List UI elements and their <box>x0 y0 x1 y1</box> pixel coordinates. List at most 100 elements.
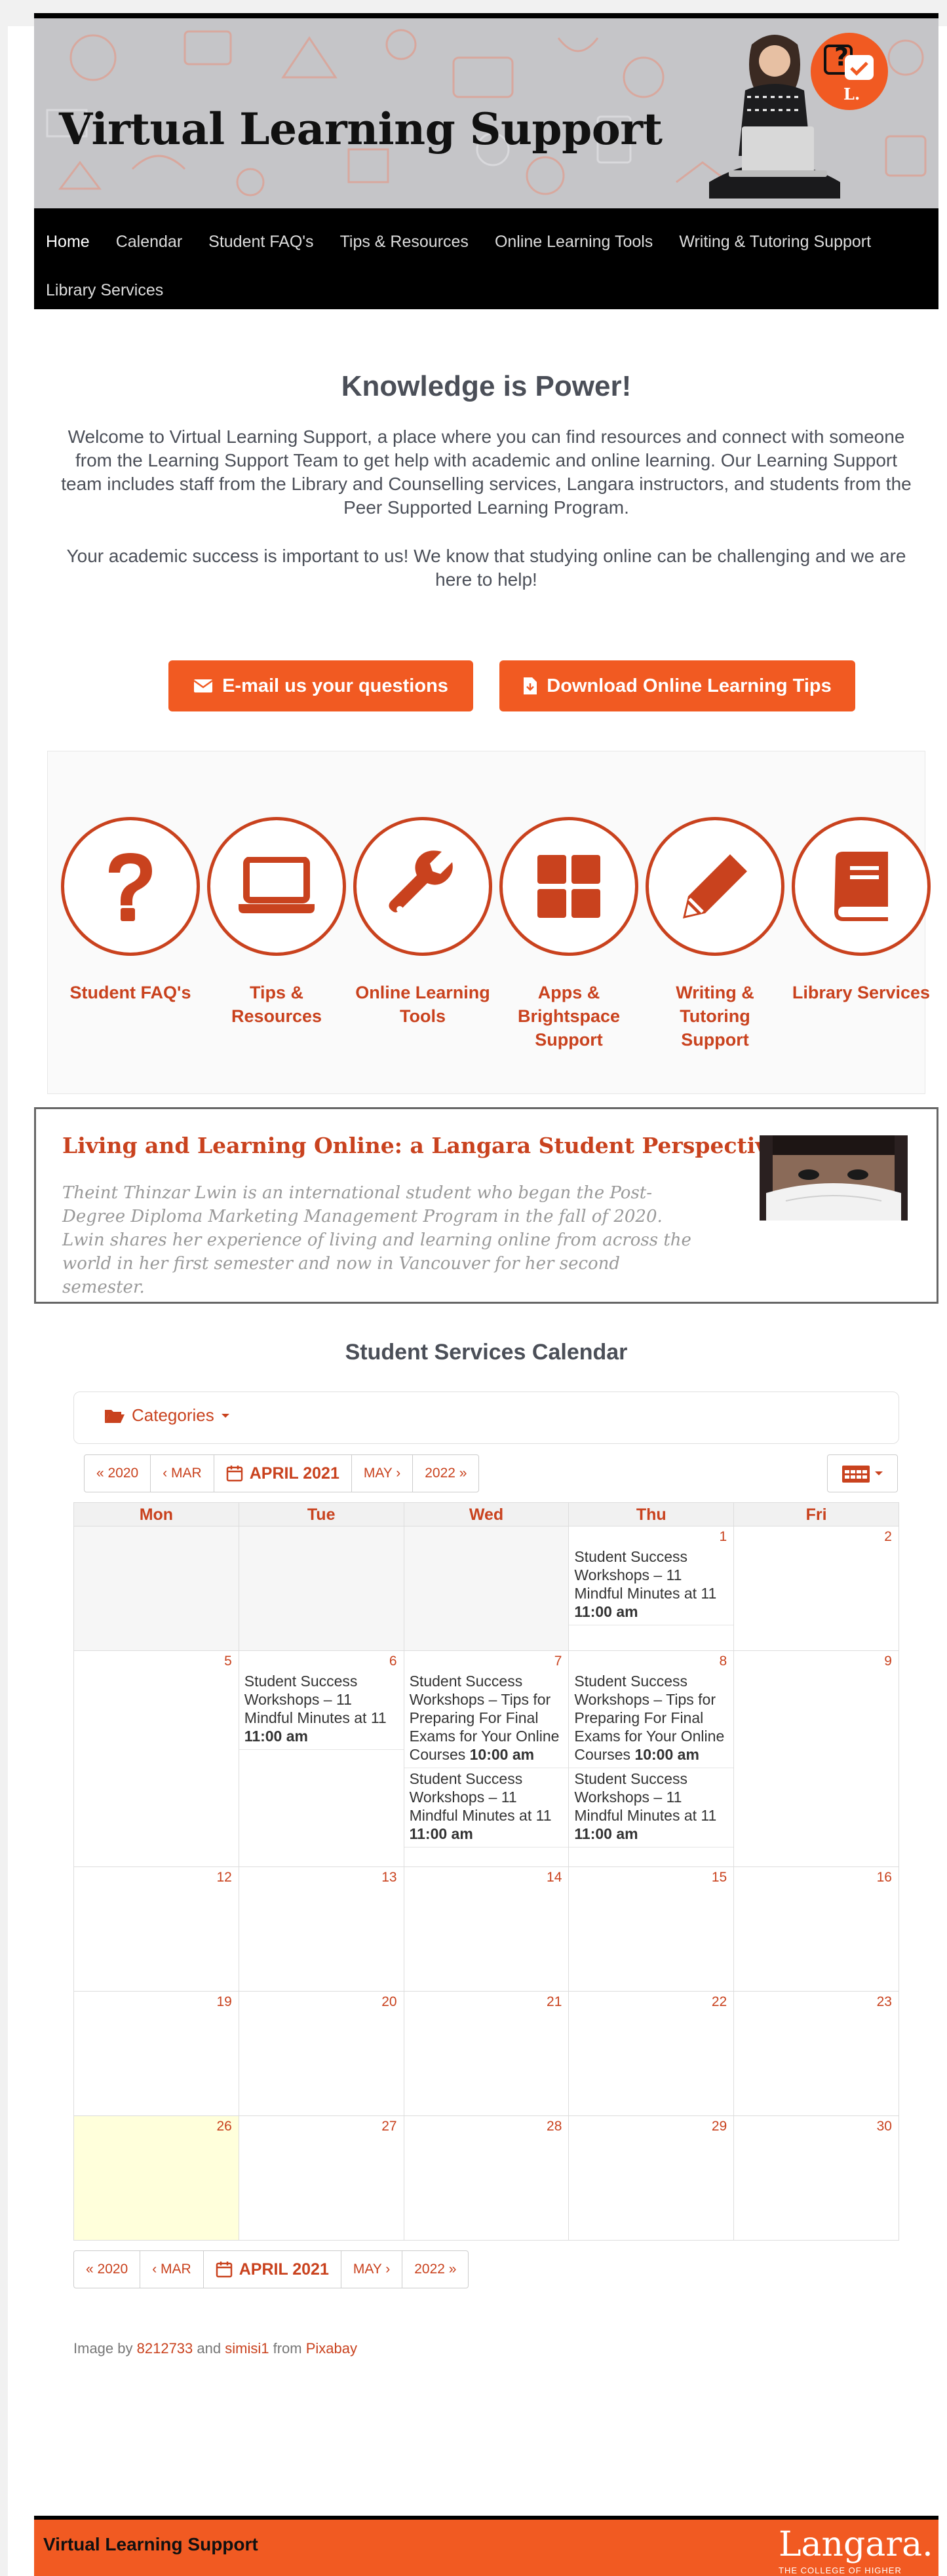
student-photo[interactable] <box>760 1135 908 1221</box>
email-questions-button[interactable]: E-mail us your questions <box>168 660 473 711</box>
calendar-day[interactable]: 9 <box>734 1651 899 1867</box>
day-number[interactable]: 30 <box>877 2119 892 2134</box>
day-number[interactable]: 13 <box>381 1870 396 1885</box>
calendar-event[interactable]: Student Success Workshops – 11 Mindful M… <box>569 1546 734 1625</box>
day-number[interactable]: 16 <box>877 1870 892 1885</box>
event-time: 11:00 am <box>409 1825 473 1842</box>
calendar-day[interactable]: 30 <box>734 2116 899 2241</box>
service-circle <box>207 817 346 956</box>
nav-home[interactable]: Home <box>46 218 104 266</box>
current-month-button[interactable]: APRIL 2021 <box>204 2251 341 2288</box>
nav-online-learning-tools[interactable]: Online Learning Tools <box>495 218 667 266</box>
calendar-icon <box>216 2262 232 2278</box>
day-number[interactable]: 6 <box>389 1654 397 1669</box>
service-apps-brightspace[interactable]: Apps & Brightspace Support <box>499 817 638 1051</box>
calendar-day[interactable]: 28 <box>404 2116 570 2241</box>
current-month-button[interactable]: APRIL 2021 <box>214 1455 352 1492</box>
day-number[interactable]: 21 <box>547 1994 562 2010</box>
calendar-event[interactable]: Student Success Workshops – 11 Mindful M… <box>569 1768 734 1847</box>
credit-source-link[interactable]: Pixabay <box>306 2340 357 2357</box>
prev-year-button[interactable]: « 2020 <box>74 2251 141 2288</box>
prev-month-button[interactable]: ‹ MAR <box>140 2251 204 2288</box>
calendar-day[interactable]: 22 <box>569 1992 735 2116</box>
credit-author-2-link[interactable]: simisi1 <box>225 2340 269 2357</box>
calendar-event[interactable]: Student Success Workshops – Tips for Pre… <box>404 1671 569 1768</box>
month-pager-top: « 2020 ‹ MAR APRIL 2021 MAY › 2022 » <box>84 1454 480 1492</box>
nav-tips-resources[interactable]: Tips & Resources <box>340 218 483 266</box>
calendar-day[interactable]: 21 <box>404 1992 570 2116</box>
calendar-week-row: 1 Student Success Workshops – 11 Mindful … <box>74 1526 899 1651</box>
calendar-day[interactable]: 19 <box>74 1992 239 2116</box>
langara-logo[interactable]: Langara. <box>779 2525 933 2564</box>
calendar-filter-bar: Categories <box>73 1392 899 1444</box>
day-number[interactable]: 26 <box>216 2119 231 2134</box>
nav-library-services[interactable]: Library Services <box>46 266 178 314</box>
credit-author-1-link[interactable]: 8212733 <box>137 2340 193 2357</box>
day-number[interactable]: 29 <box>712 2119 727 2134</box>
calendar-day[interactable]: 26 <box>74 2116 239 2241</box>
calendar-day[interactable]: 23 <box>734 1992 899 2116</box>
day-number[interactable]: 7 <box>554 1654 562 1669</box>
calendar-event[interactable]: Student Success Workshops – 11 Mindful M… <box>404 1768 569 1847</box>
service-label: Writing & Tutoring Support <box>676 983 754 1050</box>
calendar-day[interactable]: 5 <box>74 1651 239 1867</box>
download-tips-button[interactable]: Download Online Learning Tips <box>499 660 855 711</box>
day-number[interactable]: 5 <box>224 1654 232 1669</box>
calendar-day[interactable]: 1 Student Success Workshops – 11 Mindful … <box>569 1526 735 1651</box>
day-number[interactable]: 23 <box>877 1994 892 2010</box>
calendar-icon <box>226 1466 242 1482</box>
calendar-day[interactable]: 6 Student Success Workshops – 11 Mindful … <box>239 1651 404 1867</box>
day-number[interactable]: 12 <box>216 1870 231 1885</box>
next-month-button[interactable]: MAY › <box>341 2251 403 2288</box>
next-year-button[interactable]: 2022 » <box>413 1455 478 1492</box>
calendar-day[interactable]: 20 <box>239 1992 404 2116</box>
day-number[interactable]: 15 <box>712 1870 727 1885</box>
feature-title[interactable]: Living and Learning Online: a Langara St… <box>62 1133 782 1158</box>
footer-title: Virtual Learning Support <box>43 2534 258 2554</box>
calendar-week-row: 5 6 Student Success Workshops – 11 Mindful… <box>74 1651 899 1867</box>
day-number[interactable]: 14 <box>547 1870 562 1885</box>
calendar-day[interactable]: 13 <box>239 1867 404 1992</box>
day-number[interactable]: 22 <box>712 1994 727 2010</box>
day-number[interactable]: 27 <box>381 2119 396 2134</box>
next-month-button[interactable]: MAY › <box>352 1455 414 1492</box>
calendar-view-switcher[interactable] <box>827 1454 898 1492</box>
next-year-button[interactable]: 2022 » <box>402 2251 468 2288</box>
service-writing-tutoring[interactable]: Writing & Tutoring Support <box>646 817 784 1051</box>
service-student-faqs[interactable]: Student FAQ's <box>61 817 200 1004</box>
calendar-day[interactable]: 7 Student Success Workshops – Tips for Pr… <box>404 1651 570 1867</box>
prev-month-button[interactable]: ‹ MAR <box>151 1455 214 1492</box>
calendar-month-grid: Mon Tue Wed Thu Fri 1 Student Success Wor… <box>73 1502 899 2241</box>
intro-paragraph-welcome: Welcome to Virtual Learning Support, a p… <box>61 426 912 518</box>
day-number[interactable]: 19 <box>216 1994 231 2010</box>
day-number[interactable]: 28 <box>547 2119 562 2134</box>
calendar-day[interactable]: 12 <box>74 1867 239 1992</box>
services-grid: Student FAQ's Tips & Resources Online Le… <box>47 751 931 1094</box>
service-tips-resources[interactable]: Tips & Resources <box>207 817 346 1028</box>
intro-section: Knowledge is Power! Welcome to Virtual L… <box>34 357 938 592</box>
calendar-day[interactable]: 15 <box>569 1867 735 1992</box>
calendar-day[interactable]: 2 <box>734 1526 899 1651</box>
day-number[interactable]: 8 <box>720 1654 727 1669</box>
calendar-day[interactable]: 8 Student Success Workshops – Tips for Pr… <box>569 1651 735 1867</box>
nav-writing-tutoring[interactable]: Writing & Tutoring Support <box>679 218 885 266</box>
service-library[interactable]: Library Services <box>792 817 931 1004</box>
day-number[interactable]: 9 <box>884 1654 892 1669</box>
day-number[interactable]: 20 <box>381 1994 396 2010</box>
caret-down-icon <box>221 1413 229 1418</box>
prev-year-button[interactable]: « 2020 <box>85 1455 151 1492</box>
service-online-learning-tools[interactable]: Online Learning Tools <box>353 817 492 1028</box>
calendar-event[interactable]: Student Success Workshops – Tips for Pre… <box>569 1671 734 1768</box>
calendar-day[interactable]: 14 <box>404 1867 570 1992</box>
categories-dropdown[interactable]: Categories <box>104 1405 230 1426</box>
nav-student-faqs[interactable]: Student FAQ's <box>208 218 328 266</box>
day-number[interactable]: 1 <box>720 1529 727 1545</box>
day-number[interactable]: 2 <box>884 1529 892 1545</box>
calendar-day[interactable]: 27 <box>239 2116 404 2241</box>
calendar-event[interactable]: Student Success Workshops – 11 Mindful M… <box>239 1671 404 1750</box>
calendar-day[interactable]: 29 <box>569 2116 735 2241</box>
weekday-header-row: Mon Tue Wed Thu Fri <box>74 1503 899 1526</box>
nav-calendar[interactable]: Calendar <box>116 218 197 266</box>
event-title: Student Success Workshops – 11 Mindful M… <box>409 1770 552 1824</box>
calendar-day[interactable]: 16 <box>734 1867 899 1992</box>
